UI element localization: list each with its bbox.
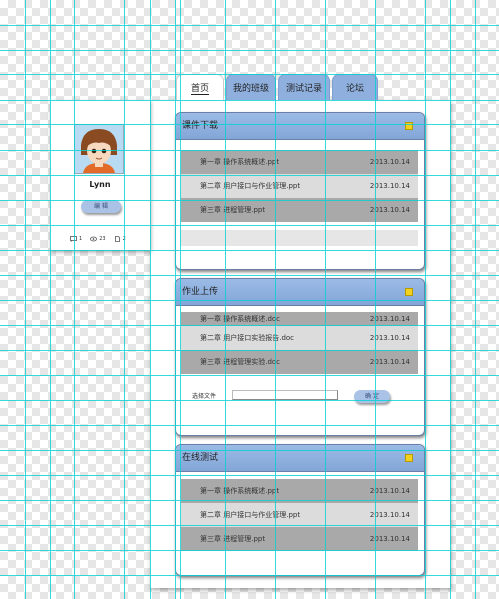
- guide-line: [0, 25, 499, 26]
- list-item[interactable]: 第三章 进程管理实验.doc 2013.10.14: [181, 350, 418, 374]
- file-date: 2013.10.14: [369, 358, 410, 366]
- list-item[interactable]: 第三章 进程管理.ppt 2013.10.14: [181, 198, 418, 222]
- stat-views[interactable]: 23: [90, 236, 106, 242]
- tab-home-label: 首页: [190, 84, 209, 95]
- empty-row: [181, 230, 418, 246]
- tab-my-class[interactable]: 我的班级: [226, 74, 276, 100]
- online-test-title: 在线测试: [182, 453, 219, 463]
- edit-profile-button[interactable]: 编 辑: [81, 200, 121, 213]
- file-name: 第一章 操作系统概述.doc: [200, 315, 281, 323]
- file-name: 第一章 操作系统概述.ppt: [200, 487, 280, 495]
- courseware-list: 第一章 操作系统概述.ppt 2013.10.14 第二章 用户接口与作业管理.…: [181, 150, 418, 246]
- guide-line: [50, 0, 51, 599]
- file-date: 2013.10.14: [369, 334, 410, 342]
- guide-line: [0, 50, 499, 51]
- avatar-image: [75, 125, 123, 173]
- homework-list: 第一章 操作系统概述.doc 2013.10.14 第二章 用户接口实验报告.d…: [181, 312, 418, 374]
- list-item[interactable]: 第二章 用户接口实验报告.doc 2013.10.14: [181, 326, 418, 350]
- file-name: 第二章 用户接口与作业管理.ppt: [200, 511, 301, 519]
- tab-forum[interactable]: 论坛: [332, 74, 378, 100]
- section-header: 作业上传: [176, 279, 424, 306]
- list-item[interactable]: 第一章 操作系统概述.doc 2013.10.14: [181, 312, 418, 326]
- eye-icon: [90, 236, 98, 242]
- courseware-section: 课件下载 第一章 操作系统概述.ppt 2013.10.14 第二章 用户接口与…: [175, 112, 425, 270]
- file-upload: 选择文件: [192, 390, 339, 400]
- expand-icon[interactable]: [405, 454, 413, 462]
- file-name: 第三章 进程管理实验.doc: [200, 358, 281, 366]
- guide-line: [450, 0, 451, 599]
- profile-card: Lynn 编 辑 1 23 2: [50, 100, 150, 250]
- file-date: 2013.10.14: [369, 511, 410, 519]
- file-name: 第一章 操作系统概述.ppt: [200, 158, 280, 166]
- guide-line: [25, 0, 26, 599]
- list-item[interactable]: 第二章 用户接口与作业管理.ppt 2013.10.14: [181, 174, 418, 198]
- file-name: 第二章 用户接口与作业管理.ppt: [200, 182, 301, 190]
- list-item[interactable]: 第三章 进程管理.ppt 2013.10.14: [181, 527, 418, 551]
- file-date: 2013.10.14: [369, 315, 410, 323]
- expand-icon[interactable]: [405, 122, 413, 130]
- file-name: 第三章 进程管理.ppt: [200, 206, 266, 214]
- file-name: 第二章 用户接口实验报告.doc: [200, 334, 295, 342]
- profile-stats: 1 23 2: [70, 236, 126, 242]
- stat-documents[interactable]: 2: [114, 236, 126, 242]
- confirm-button[interactable]: 确 定: [354, 390, 390, 403]
- tab-test-records[interactable]: 测试记录: [278, 74, 330, 100]
- file-name: 第三章 进程管理.ppt: [200, 535, 266, 543]
- file-date: 2013.10.14: [369, 182, 410, 190]
- stat-messages[interactable]: 1: [70, 236, 82, 242]
- message-icon: [70, 236, 77, 242]
- avatar[interactable]: [74, 124, 124, 174]
- courseware-title: 课件下载: [182, 121, 219, 131]
- homework-section: 作业上传 第一章 操作系统概述.doc 2013.10.14 第二章 用户接口实…: [175, 278, 425, 436]
- file-date: 2013.10.14: [369, 158, 410, 166]
- list-item[interactable]: 第一章 操作系统概述.ppt 2013.10.14: [181, 150, 418, 174]
- file-date: 2013.10.14: [369, 535, 410, 543]
- online-test-list: 第一章 操作系统概述.ppt 2013.10.14 第二章 用户接口与作业管理.…: [181, 479, 418, 551]
- online-test-section: 在线测试 第一章 操作系统概述.ppt 2013.10.14 第二章 用户接口与…: [175, 444, 425, 576]
- stat-views-count: 23: [99, 236, 106, 242]
- homework-title: 作业上传: [182, 287, 219, 297]
- stat-documents-count: 2: [122, 236, 126, 242]
- list-item[interactable]: 第一章 操作系统概述.ppt 2013.10.14: [181, 479, 418, 503]
- choose-file-label: 选择文件: [192, 392, 217, 400]
- expand-icon[interactable]: [405, 288, 413, 296]
- file-input[interactable]: [232, 390, 339, 400]
- file-date: 2013.10.14: [369, 206, 410, 214]
- section-header: 在线测试: [176, 445, 424, 472]
- list-item[interactable]: 第二章 用户接口与作业管理.ppt 2013.10.14: [181, 503, 418, 527]
- nav-tabs: 首页 我的班级 测试记录 论坛: [176, 74, 378, 100]
- guide-line: [74, 0, 75, 599]
- stat-messages-count: 1: [79, 236, 83, 242]
- guide-line: [475, 0, 476, 599]
- file-date: 2013.10.14: [369, 487, 410, 495]
- tab-home[interactable]: 首页: [176, 74, 224, 100]
- username: Lynn: [89, 180, 111, 189]
- section-header: 课件下载: [176, 113, 424, 140]
- guide-line: [124, 0, 125, 599]
- document-icon: [114, 236, 120, 242]
